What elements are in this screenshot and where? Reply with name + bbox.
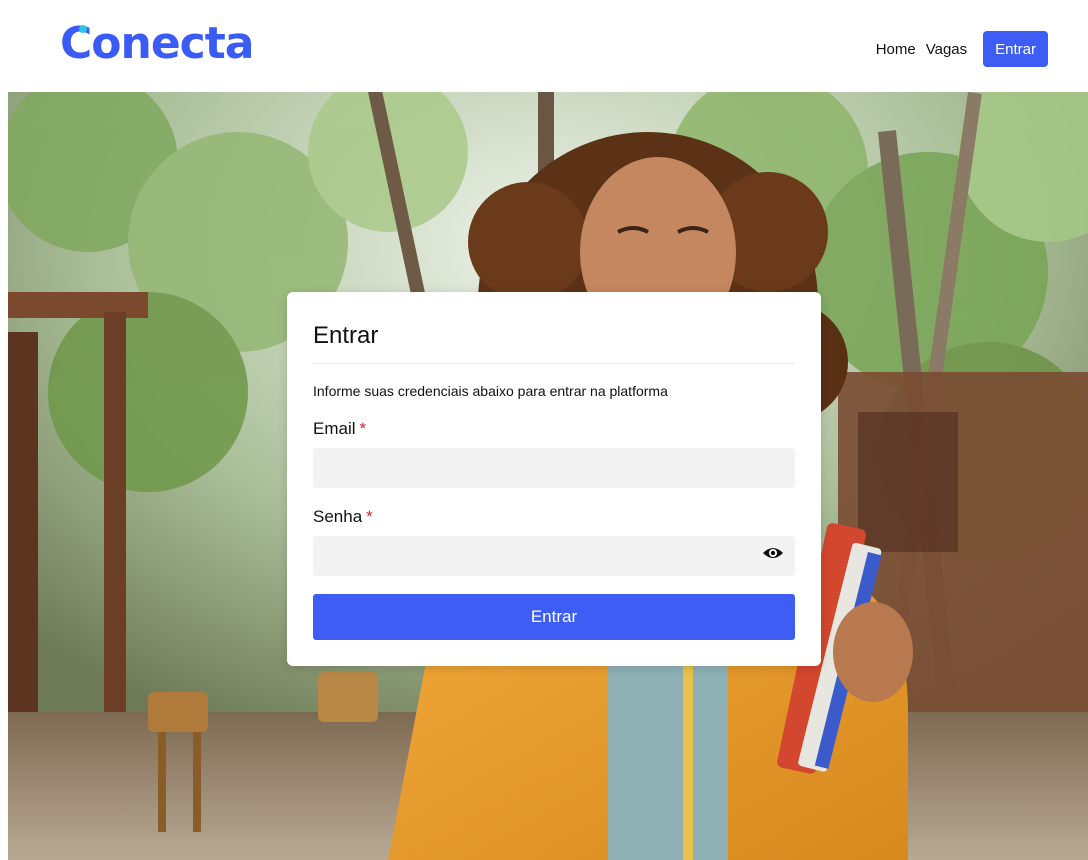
password-label-text: Senha	[313, 507, 363, 526]
nav-entrar-button[interactable]: Entrar	[983, 31, 1048, 67]
email-field[interactable]	[313, 448, 795, 488]
email-label: Email *	[313, 419, 366, 439]
title-divider	[313, 363, 795, 364]
password-required-marker: *	[366, 507, 373, 526]
password-label: Senha *	[313, 507, 373, 527]
logo[interactable]: Conecta	[60, 22, 254, 66]
nav-home-link[interactable]: Home	[876, 41, 916, 58]
login-submit-button[interactable]: Entrar	[313, 594, 795, 640]
nav-vagas-link[interactable]: Vagas	[926, 41, 967, 58]
password-field[interactable]	[313, 536, 795, 576]
login-page: Conecta Home Vagas Entrar Entrar Informe…	[0, 0, 1088, 860]
top-nav: Home Vagas Entrar	[876, 31, 1048, 67]
login-title: Entrar	[313, 322, 379, 349]
login-card: Entrar Informe suas credenciais abaixo p…	[287, 292, 821, 666]
email-required-marker: *	[359, 419, 367, 438]
eye-icon[interactable]	[762, 545, 784, 561]
header: Conecta Home Vagas Entrar	[0, 0, 1088, 92]
email-label-text: Email	[313, 419, 356, 438]
logo-dot	[79, 25, 87, 33]
login-subtitle: Informe suas credenciais abaixo para ent…	[313, 383, 668, 399]
logo-text: Conecta	[60, 18, 254, 69]
